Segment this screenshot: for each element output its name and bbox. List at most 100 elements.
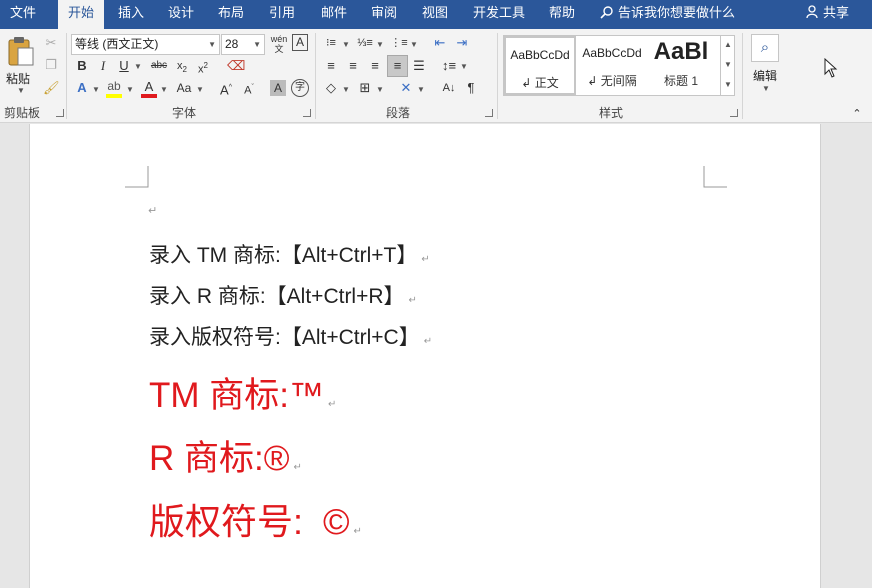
group-divider xyxy=(315,33,316,119)
highlight-color-button[interactable]: ab xyxy=(104,79,124,99)
text-effects-dropdown-icon[interactable]: ▼ xyxy=(92,85,100,94)
font-name-select[interactable]: 等线 (西文正文) ▼ xyxy=(71,34,220,55)
style-sample: AaBbCcDd xyxy=(582,46,642,60)
styles-gallery: AaBbCcDd ↲ 正文 AaBbCcDd ↲ 无间隔 AaBl 标题 1 ▲… xyxy=(503,35,735,96)
tab-file[interactable]: 文件 xyxy=(0,0,46,29)
shading-icon[interactable]: ◇ xyxy=(322,79,340,97)
tab-mailings[interactable]: 邮件 xyxy=(311,0,357,29)
tab-insert[interactable]: 插入 xyxy=(108,0,154,29)
superscript-button[interactable]: x2 xyxy=(195,57,211,79)
character-shading-icon[interactable]: A xyxy=(270,80,286,96)
subscript-button[interactable]: x2 xyxy=(174,57,190,79)
font-name-value: 等线 (西文正文) xyxy=(75,37,159,51)
style-heading-1[interactable]: AaBl 标题 1 xyxy=(648,36,714,95)
numbering-icon[interactable]: ⅓≡ xyxy=(356,34,374,52)
align-right-icon[interactable]: ≡ xyxy=(366,57,384,75)
font-size-select[interactable]: 28 ▼ xyxy=(221,34,265,55)
tell-me-search[interactable]: 告诉我你想要做什么 xyxy=(600,0,735,29)
scroll-down-icon[interactable]: ▼ xyxy=(721,55,735,75)
tab-review[interactable]: 审阅 xyxy=(361,0,407,29)
font-color-button[interactable]: A xyxy=(140,79,158,99)
text-effects-icon[interactable]: A xyxy=(74,79,90,97)
paste-label: 粘贴 xyxy=(6,72,31,86)
sort-icon[interactable]: A↓ xyxy=(440,79,458,97)
collapse-ribbon-icon[interactable]: ⌃ xyxy=(850,105,864,123)
phonetic-guide-icon[interactable]: wén 文 xyxy=(268,34,290,54)
borders-dropdown-icon[interactable]: ▼ xyxy=(376,85,384,94)
underline-dropdown-icon[interactable]: ▼ xyxy=(134,62,142,71)
editing-dropdown-icon: ▼ xyxy=(762,84,770,93)
character-border-icon[interactable]: A xyxy=(292,34,308,51)
tab-layout[interactable]: 布局 xyxy=(208,0,254,29)
doc-line-red: R 商标:® ↵ xyxy=(149,430,302,481)
paste-dropdown-icon[interactable]: ▼ xyxy=(17,86,25,95)
font-launcher-icon[interactable] xyxy=(303,109,311,117)
italic-button[interactable]: I xyxy=(95,57,111,75)
tab-developer[interactable]: 开发工具 xyxy=(470,0,528,29)
multilevel-dropdown-icon[interactable]: ▼ xyxy=(410,40,418,49)
increase-indent-icon[interactable]: ⇥ xyxy=(453,34,471,52)
font-size-value: 28 xyxy=(225,37,239,51)
chinese-layout-icon[interactable]: ✕ xyxy=(397,79,415,97)
borders-icon[interactable]: ⊞ xyxy=(356,79,374,97)
paragraph-mark: ↵ xyxy=(353,526,362,537)
format-painter-icon[interactable]: 🖌 xyxy=(43,79,60,97)
share-button[interactable]: 共享 xyxy=(806,0,849,29)
font-color-dropdown-icon[interactable]: ▼ xyxy=(160,85,168,94)
scroll-up-icon[interactable]: ▲ xyxy=(721,35,735,55)
styles-scroll[interactable]: ▲ ▼ ▼ xyxy=(720,35,735,96)
enclosed-characters-icon[interactable]: 字 xyxy=(291,79,309,97)
tab-view[interactable]: 视图 xyxy=(412,0,458,29)
document-page[interactable]: ↵ 录入 TM 商标:【Alt+Ctrl+T】 ↵ 录入 R 商标:【Alt+Ct… xyxy=(29,124,821,588)
bullets-icon[interactable]: ⁝≡ xyxy=(322,34,340,52)
style-no-spacing[interactable]: AaBbCcDd ↲ 无间隔 xyxy=(576,36,648,95)
clipboard-launcher-icon[interactable] xyxy=(56,109,64,117)
shading-dropdown-icon[interactable]: ▼ xyxy=(342,85,350,94)
bullets-dropdown-icon[interactable]: ▼ xyxy=(342,40,350,49)
strikethrough-button[interactable]: abc xyxy=(148,57,170,75)
doc-line-text: R 商标:® xyxy=(149,439,290,478)
cut-icon[interactable]: ✂ xyxy=(43,34,59,52)
tab-home[interactable]: 开始 xyxy=(58,0,104,29)
share-label: 共享 xyxy=(823,5,850,20)
tab-design[interactable]: 设计 xyxy=(158,0,204,29)
style-normal[interactable]: AaBbCcDd ↲ 正文 xyxy=(504,36,576,95)
font-group-label: 字体 xyxy=(172,106,197,120)
underline-button[interactable]: U xyxy=(116,57,132,75)
person-icon xyxy=(806,5,818,19)
copy-icon[interactable]: ❐ xyxy=(43,56,59,74)
chinese-layout-dropdown-icon[interactable]: ▼ xyxy=(417,85,425,94)
paragraph-launcher-icon[interactable] xyxy=(485,109,493,117)
shrink-font-icon[interactable]: Aˇ xyxy=(240,79,258,100)
editing-button[interactable]: ⌕ 编辑 ▼ xyxy=(748,34,784,98)
font-color-swatch xyxy=(141,94,157,98)
line-spacing-dropdown-icon[interactable]: ▼ xyxy=(460,62,468,71)
line-spacing-icon[interactable]: ↕≡ xyxy=(440,57,458,75)
show-marks-icon[interactable]: ¶ xyxy=(462,79,480,97)
tab-help[interactable]: 帮助 xyxy=(539,0,585,29)
align-left-icon[interactable]: ≡ xyxy=(322,57,340,75)
paste-button[interactable]: 粘贴 ▼ xyxy=(3,33,37,95)
ribbon-tab-bar: 文件 开始 插入 设计 布局 引用 邮件 审阅 视图 开发工具 帮助 告诉我你想… xyxy=(0,0,872,29)
multilevel-list-icon[interactable]: ⋮≡ xyxy=(390,34,408,52)
align-center-icon[interactable]: ≡ xyxy=(344,57,362,75)
styles-launcher-icon[interactable] xyxy=(730,109,738,117)
bold-button[interactable]: B xyxy=(74,57,90,75)
tab-references[interactable]: 引用 xyxy=(259,0,305,29)
change-case-icon[interactable]: Aa xyxy=(174,79,194,97)
highlight-dropdown-icon[interactable]: ▼ xyxy=(126,85,134,94)
numbering-dropdown-icon[interactable]: ▼ xyxy=(376,40,384,49)
chevron-down-icon: ▼ xyxy=(253,40,261,49)
justify-icon[interactable]: ≡ xyxy=(387,55,408,77)
decrease-indent-icon[interactable]: ⇤ xyxy=(431,34,449,52)
chevron-down-icon: ▼ xyxy=(208,40,216,49)
grow-font-icon[interactable]: A^ xyxy=(217,79,235,99)
distributed-icon[interactable]: ☰ xyxy=(410,57,428,75)
style-name: ↲ 无间隔 xyxy=(587,74,637,88)
change-case-dropdown-icon[interactable]: ▼ xyxy=(196,85,204,94)
editing-label: 编辑 xyxy=(753,69,778,83)
group-divider xyxy=(497,33,498,119)
style-name: 标题 1 xyxy=(663,74,698,88)
clear-formatting-icon[interactable]: ⌫ xyxy=(227,57,245,75)
more-styles-icon[interactable]: ▼ xyxy=(721,75,735,95)
